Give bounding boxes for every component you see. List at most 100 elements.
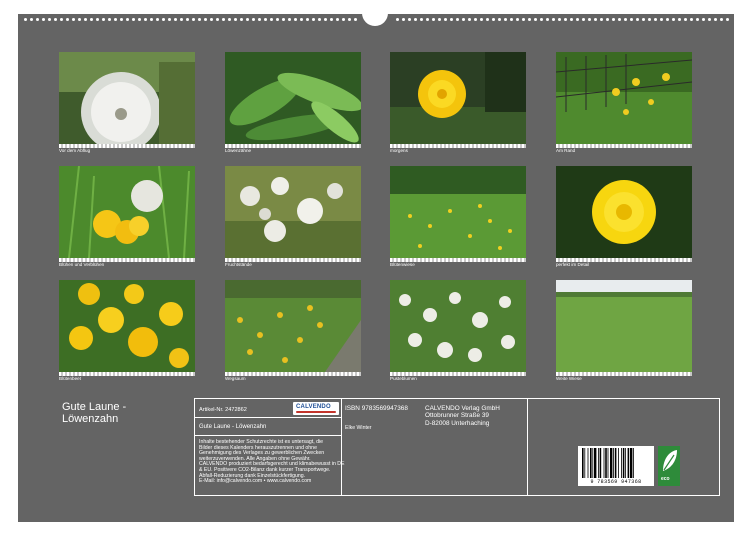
binding-hole bbox=[246, 18, 249, 21]
binding-hole bbox=[36, 18, 39, 21]
binding-hole bbox=[642, 18, 645, 21]
binding-hole bbox=[684, 18, 687, 21]
binding-hole bbox=[522, 18, 525, 21]
binding-hole bbox=[150, 18, 153, 21]
binding-hole bbox=[480, 18, 483, 21]
barcode-bar bbox=[613, 448, 614, 478]
binding-hole bbox=[72, 18, 75, 21]
barcode-bar bbox=[614, 448, 617, 478]
binding-hole bbox=[240, 18, 243, 21]
photo-caption-8: perfekt im Detail bbox=[556, 262, 590, 267]
barcode-bars bbox=[582, 448, 634, 478]
binding-hole bbox=[282, 18, 285, 21]
barcode-bar bbox=[598, 448, 599, 478]
binding-hole bbox=[144, 18, 147, 21]
photo-caption-5: Blühen und Verblühen bbox=[59, 262, 105, 267]
binding-hole bbox=[42, 18, 45, 21]
binding-hole bbox=[54, 18, 57, 21]
photo-caption-6: Fruchtstände bbox=[225, 262, 252, 267]
binding-hole bbox=[342, 18, 345, 21]
binding-hole bbox=[258, 18, 261, 21]
binding-hole bbox=[396, 18, 399, 21]
binding-hole bbox=[324, 18, 327, 21]
barcode-number: 9 783569 947368 bbox=[590, 479, 642, 485]
barcode-bar bbox=[594, 448, 597, 478]
photo-caption-1: Vor dem Abflug bbox=[59, 148, 91, 153]
binding-hole bbox=[558, 18, 561, 21]
photo-caption-11: Pusteblumen bbox=[390, 376, 417, 381]
binding-hole bbox=[132, 18, 135, 21]
binding-hole bbox=[414, 18, 417, 21]
binding-hole bbox=[570, 18, 573, 21]
eco-badge: eco bbox=[658, 446, 680, 486]
barcode-bar bbox=[621, 448, 622, 478]
barcode-bar bbox=[587, 448, 589, 478]
binding-hole bbox=[336, 18, 339, 21]
photo-thumbnail-4 bbox=[556, 52, 692, 144]
binding-hole bbox=[552, 18, 555, 21]
article-number: Artikel-Nr. 2472862 bbox=[199, 407, 247, 413]
binding-hole bbox=[84, 18, 87, 21]
binding-hole bbox=[468, 18, 471, 21]
binding-hole bbox=[708, 18, 711, 21]
barcode-bar bbox=[584, 448, 586, 478]
binding-hole bbox=[60, 18, 63, 21]
isbn: ISBN 9783569947368 bbox=[345, 405, 408, 412]
binding-hole bbox=[654, 18, 657, 21]
binding-hole bbox=[474, 18, 477, 21]
wide-meadow-image bbox=[556, 280, 692, 372]
binding-hole bbox=[156, 18, 159, 21]
binding-hole bbox=[126, 18, 129, 21]
binding-hole bbox=[462, 18, 465, 21]
binding-hole bbox=[294, 18, 297, 21]
binding-hole bbox=[492, 18, 495, 21]
barcode-bar bbox=[605, 448, 607, 478]
barcode-bar bbox=[627, 448, 630, 478]
divider bbox=[341, 399, 342, 495]
binding-hole bbox=[90, 18, 93, 21]
binding-hole bbox=[216, 18, 219, 21]
product-info-box: Artikel-Nr. 2472862 CALVENDO Gute Laune … bbox=[194, 398, 720, 496]
binding-hole bbox=[534, 18, 537, 21]
barcode-bar bbox=[630, 448, 633, 478]
calendar-title-small: Gute Laune - Löwenzahn bbox=[199, 424, 267, 430]
divider bbox=[195, 435, 341, 436]
binding-hole bbox=[714, 18, 717, 21]
barcode-bar bbox=[622, 448, 625, 478]
binding-hole bbox=[180, 18, 183, 21]
dandelion-flower-image bbox=[390, 52, 526, 144]
binding-hole bbox=[162, 18, 165, 21]
photo-thumbnail-3 bbox=[390, 52, 526, 144]
binding-hole bbox=[504, 18, 507, 21]
photo-thumbnail-8 bbox=[556, 166, 692, 258]
photo-thumbnail-1 bbox=[59, 52, 195, 144]
binding-hole bbox=[612, 18, 615, 21]
binding-hole bbox=[528, 18, 531, 21]
photo-thumbnail-6 bbox=[225, 166, 361, 258]
dandelion-detail-image bbox=[556, 166, 692, 258]
photo-caption-4: Am Rand bbox=[556, 148, 576, 153]
binding-hole bbox=[600, 18, 603, 21]
binding-hole bbox=[438, 18, 441, 21]
binding-hole bbox=[210, 18, 213, 21]
binding-hole bbox=[66, 18, 69, 21]
binding-hole bbox=[312, 18, 315, 21]
binding-hole bbox=[606, 18, 609, 21]
binding-hole bbox=[546, 18, 549, 21]
binding-hole bbox=[456, 18, 459, 21]
photo-caption-2: Löwenzähne bbox=[225, 148, 252, 153]
binding-hole bbox=[192, 18, 195, 21]
binding-hole bbox=[96, 18, 99, 21]
binding-hole bbox=[510, 18, 513, 21]
photo-thumbnail-10 bbox=[225, 280, 361, 372]
binding-hole bbox=[498, 18, 501, 21]
path-edge-image bbox=[225, 280, 361, 372]
photo-caption-12: Weite Wiese bbox=[556, 376, 582, 381]
binding-hole bbox=[402, 18, 405, 21]
photo-thumbnail-9 bbox=[59, 280, 195, 372]
binding-hole bbox=[108, 18, 111, 21]
calvendo-logo: CALVENDO bbox=[293, 402, 339, 415]
photo-thumbnail-7 bbox=[390, 166, 526, 258]
publisher-street: Ottobrunner Straße 39 bbox=[425, 412, 489, 420]
binding-hole bbox=[348, 18, 351, 21]
